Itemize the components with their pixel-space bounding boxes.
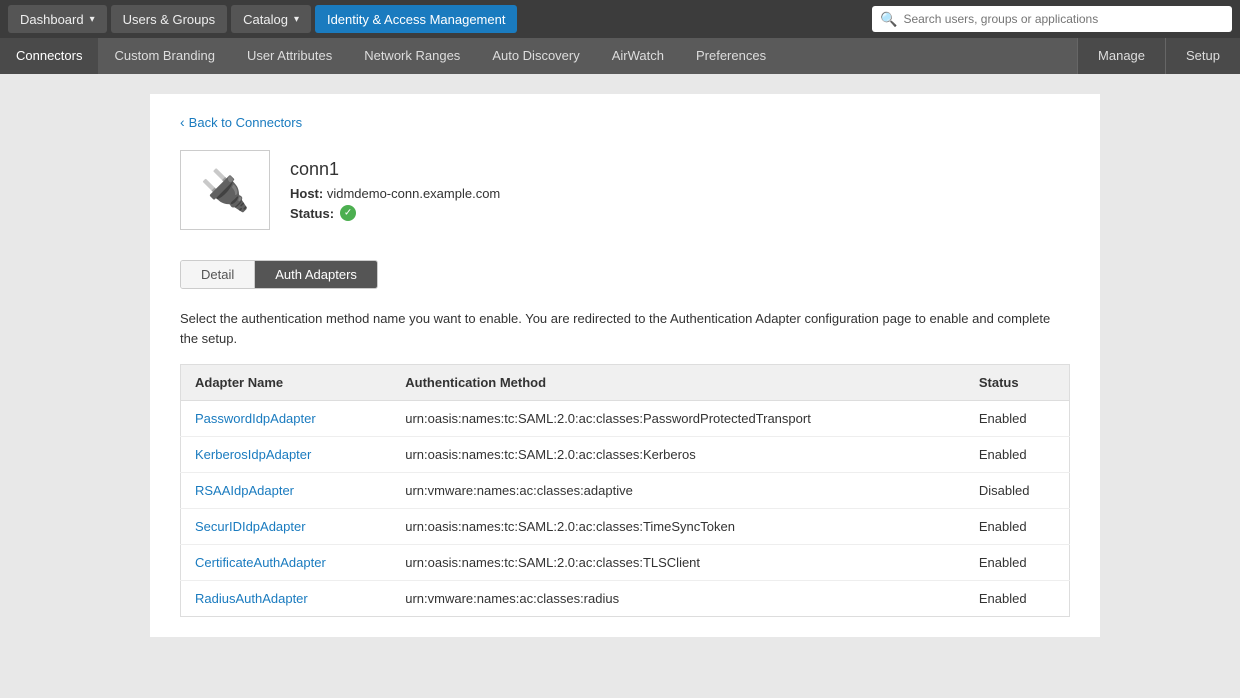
dashboard-button[interactable]: Dashboard ▾ — [8, 5, 107, 33]
table-row: RSAAIdpAdapter urn:vmware:names:ac:classe… — [181, 473, 1070, 509]
adapter-method-cell: urn:oasis:names:tc:SAML:2.0:ac:classes:T… — [391, 509, 965, 545]
adapter-name-link[interactable]: KerberosIdpAdapter — [195, 447, 311, 462]
back-arrow-icon: ‹ — [180, 114, 185, 130]
adapter-status-cell: Enabled — [965, 437, 1070, 473]
adapter-name-cell: CertificateAuthAdapter — [181, 545, 392, 581]
col-adapter-name: Adapter Name — [181, 365, 392, 401]
table-header-row: Adapter Name Authentication Method Statu… — [181, 365, 1070, 401]
adapter-method-cell: urn:vmware:names:ac:classes:adaptive — [391, 473, 965, 509]
connector-status-line: Status: — [290, 205, 500, 221]
nav-preferences[interactable]: Preferences — [680, 38, 782, 74]
adapter-name-cell: SecurIDIdpAdapter — [181, 509, 392, 545]
second-nav-right-actions: Manage Setup — [1077, 38, 1240, 74]
adapter-tabs: Detail Auth Adapters — [180, 260, 378, 289]
table-row: SecurIDIdpAdapter urn:oasis:names:tc:SAML… — [181, 509, 1070, 545]
table-row: RadiusAuthAdapter urn:vmware:names:ac:cla… — [181, 581, 1070, 617]
connector-details: conn1 Host: vidmdemo-conn.example.com St… — [290, 159, 500, 221]
adapter-name-cell: RadiusAuthAdapter — [181, 581, 392, 617]
table-row: CertificateAuthAdapter urn:oasis:names:tc… — [181, 545, 1070, 581]
connector-info: 🔌 conn1 Host: vidmdemo-conn.example.com … — [180, 150, 1070, 230]
table-row: KerberosIdpAdapter urn:oasis:names:tc:SAM… — [181, 437, 1070, 473]
top-nav: Dashboard ▾ Users & Groups Catalog ▾ Ide… — [0, 0, 1240, 38]
users-groups-button[interactable]: Users & Groups — [111, 5, 227, 33]
plug-icon: 🔌 — [200, 167, 250, 214]
table-row: PasswordIdpAdapter urn:oasis:names:tc:SAM… — [181, 401, 1070, 437]
identity-access-button[interactable]: Identity & Access Management — [315, 5, 517, 33]
adapter-name-link[interactable]: SecurIDIdpAdapter — [195, 519, 306, 534]
host-value: vidmdemo-conn.example.com — [327, 186, 500, 201]
connector-name: conn1 — [290, 159, 500, 180]
adapter-name-cell: KerberosIdpAdapter — [181, 437, 392, 473]
adapter-status-cell: Enabled — [965, 401, 1070, 437]
adapter-name-link[interactable]: PasswordIdpAdapter — [195, 411, 316, 426]
nav-connectors[interactable]: Connectors — [0, 38, 98, 74]
col-status: Status — [965, 365, 1070, 401]
adapter-status-cell: Disabled — [965, 473, 1070, 509]
dashboard-dropdown-arrow: ▾ — [90, 14, 95, 25]
adapters-table: Adapter Name Authentication Method Statu… — [180, 364, 1070, 617]
auth-adapters-tab[interactable]: Auth Adapters — [255, 261, 377, 288]
description-text: Select the authentication method name yo… — [180, 309, 1070, 348]
nav-network-ranges[interactable]: Network Ranges — [348, 38, 476, 74]
adapter-status-cell: Enabled — [965, 581, 1070, 617]
adapter-name-link[interactable]: CertificateAuthAdapter — [195, 555, 326, 570]
setup-button[interactable]: Setup — [1165, 38, 1240, 74]
adapter-status-cell: Enabled — [965, 509, 1070, 545]
back-to-connectors-link[interactable]: ‹ Back to Connectors — [180, 114, 302, 130]
back-link-label: Back to Connectors — [189, 115, 302, 130]
status-label: Status: — [290, 206, 334, 221]
detail-tab[interactable]: Detail — [181, 261, 255, 288]
nav-airwatch[interactable]: AirWatch — [596, 38, 680, 74]
nav-custom-branding[interactable]: Custom Branding — [98, 38, 230, 74]
adapter-status-cell: Enabled — [965, 545, 1070, 581]
manage-button[interactable]: Manage — [1077, 38, 1165, 74]
catalog-label: Catalog — [243, 12, 288, 27]
host-label: Host: — [290, 186, 323, 201]
dashboard-label: Dashboard — [20, 12, 84, 27]
adapter-method-cell: urn:oasis:names:tc:SAML:2.0:ac:classes:P… — [391, 401, 965, 437]
nav-auto-discovery[interactable]: Auto Discovery — [476, 38, 595, 74]
status-ok-icon — [340, 205, 356, 221]
search-input[interactable] — [903, 12, 1224, 26]
nav-user-attributes[interactable]: User Attributes — [231, 38, 348, 74]
search-icon: 🔍 — [880, 11, 897, 28]
catalog-button[interactable]: Catalog ▾ — [231, 5, 311, 33]
users-groups-label: Users & Groups — [123, 12, 215, 27]
adapter-method-cell: urn:oasis:names:tc:SAML:2.0:ac:classes:T… — [391, 545, 965, 581]
adapter-method-cell: urn:oasis:names:tc:SAML:2.0:ac:classes:K… — [391, 437, 965, 473]
adapter-name-cell: RSAAIdpAdapter — [181, 473, 392, 509]
catalog-dropdown-arrow: ▾ — [294, 14, 299, 25]
adapter-method-cell: urn:vmware:names:ac:classes:radius — [391, 581, 965, 617]
adapter-name-link[interactable]: RSAAIdpAdapter — [195, 483, 294, 498]
identity-access-label: Identity & Access Management — [327, 12, 505, 27]
col-auth-method: Authentication Method — [391, 365, 965, 401]
content-panel: ‹ Back to Connectors 🔌 conn1 Host: vidmd… — [150, 94, 1100, 637]
second-nav: Connectors Custom Branding User Attribut… — [0, 38, 1240, 74]
adapter-name-cell: PasswordIdpAdapter — [181, 401, 392, 437]
main-content: ‹ Back to Connectors 🔌 conn1 Host: vidmd… — [0, 74, 1240, 698]
adapter-name-link[interactable]: RadiusAuthAdapter — [195, 591, 308, 606]
connector-host-line: Host: vidmdemo-conn.example.com — [290, 186, 500, 201]
connector-icon-box: 🔌 — [180, 150, 270, 230]
search-box: 🔍 — [872, 6, 1232, 32]
